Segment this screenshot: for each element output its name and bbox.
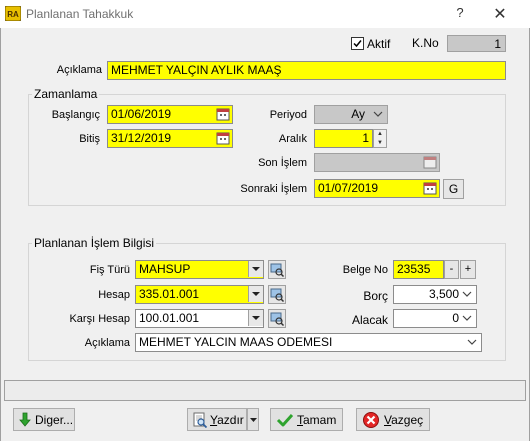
triangle-down-icon [250,418,257,422]
chevron-down-icon [373,111,383,117]
app-logo-icon: RA [5,6,21,21]
calendar-icon[interactable] [215,107,231,121]
kno-field: 1 [447,35,506,52]
periyod-label: Periyod [269,109,307,121]
vazgec-label: Vazgeç [384,413,424,427]
baslangic-label: Başlangıç [51,109,100,121]
karsi-hesap-select[interactable]: 100.01.001 [135,309,264,328]
aktif-checkbox[interactable] [351,37,364,50]
son-islem-label: Son İşlem [258,157,307,169]
islem-aciklama-label: Açıklama [84,337,130,349]
kno-label: K.No [412,36,439,50]
lookup-icon[interactable] [268,260,286,279]
diger-label: Diger... [35,413,74,427]
window-title: Planlanan Tahakkuk [26,7,134,21]
hesap-dropdown-arrow[interactable] [248,286,263,302]
chevron-down-icon[interactable] [462,312,472,324]
aciklama-value: MEHMET YALÇIN AYLIK MAAŞ [111,63,282,77]
calendar-icon[interactable] [422,181,438,195]
aciklama-label: Açıklama [56,64,102,76]
periyod-select[interactable]: Ay [314,105,388,124]
lookup-icon[interactable] [268,285,286,304]
calendar-icon [423,156,437,169]
fis-turu-dropdown-arrow[interactable] [248,261,263,277]
tamam-button[interactable]: Tamam [270,408,343,431]
karsi-hesap-dropdown-arrow[interactable] [248,310,263,326]
belge-no-label: Belge No [342,264,388,276]
cancel-icon [363,412,379,428]
close-button[interactable]: ✕ [488,4,512,24]
alacak-input[interactable]: 0 [393,309,477,328]
islem-title: Planlanan İşlem Bilgisi [32,236,157,250]
belge-no-decrement-button[interactable]: - [444,260,459,279]
sonraki-islem-label: Sonraki İşlem [240,183,307,195]
bitis-label: Bitiş [79,133,100,145]
alacak-label: Alacak [351,313,388,327]
periyod-value: Ay [351,107,365,121]
belge-no-value: 23535 [397,262,431,276]
chevron-down-icon [467,339,477,345]
alacak-value: 0 [452,311,459,325]
diger-button[interactable]: Diger... [13,408,75,431]
vazgec-button[interactable]: Vazgeç [356,408,430,431]
borc-input[interactable]: 3,500 [393,285,477,304]
hesap-label: Hesap [98,289,130,301]
aralik-value: 1 [362,131,369,145]
sonraki-islem-value: 01/07/2019 [318,181,379,195]
chevron-down-icon[interactable] [462,288,472,300]
bitis-value: 31/12/2019 [111,131,172,145]
belge-no-increment-button[interactable]: + [460,260,476,279]
arrow-down-icon [19,412,31,427]
svg-text:RA: RA [7,10,19,19]
aralik-input[interactable]: 1 [314,129,373,148]
yazdir-dropdown-button[interactable] [247,408,259,431]
karsi-hesap-value: 100.01.001 [139,311,200,325]
hesap-select[interactable]: 335.01.001 [135,285,264,304]
aralik-spinner[interactable]: ▲ ▼ [373,129,387,148]
window-border-left [0,28,1,441]
triangle-down-icon [252,267,260,271]
baslangic-date-input[interactable]: 01/06/2019 [107,105,233,124]
help-button[interactable]: ? [448,5,472,23]
sonraki-islem-date-input[interactable]: 01/07/2019 [314,179,440,198]
lookup-icon[interactable] [268,309,286,328]
yazdir-label: Yazdır [210,413,244,427]
yazdir-button[interactable]: Yazdır [187,408,247,431]
aciklama-input[interactable]: MEHMET YALÇIN AYLIK MAAŞ [107,61,506,80]
aktif-label: Aktif [367,37,391,51]
g-button[interactable]: G [443,179,464,199]
aralik-label: Aralık [278,133,307,145]
islem-aciklama-select[interactable]: MEHMET YALCIN MAAS ODEMESI [135,333,482,352]
kno-value: 1 [494,37,501,51]
islem-aciklama-value: MEHMET YALCIN MAAS ODEMESI [139,335,333,349]
status-bar [4,380,526,401]
spin-down-icon[interactable]: ▼ [374,139,386,148]
hesap-value: 335.01.001 [139,287,200,301]
checkmark-icon [276,413,294,427]
tamam-label: Tamam [297,413,337,427]
karsi-hesap-label: Karşı Hesap [69,313,130,325]
print-preview-icon [193,412,208,428]
belge-no-input[interactable]: 23535 [393,260,444,279]
triangle-down-icon [252,292,260,296]
calendar-icon[interactable] [215,131,231,145]
zamanlama-title: Zamanlama [32,87,100,101]
borc-value: 3,500 [428,287,459,301]
fis-turu-select[interactable]: MAHSUP [135,260,264,279]
checkmark-icon [353,40,362,48]
fis-turu-label: Fiş Türü [89,264,130,276]
bitis-date-input[interactable]: 31/12/2019 [107,129,233,148]
son-islem-date-input [314,153,440,172]
baslangic-value: 01/06/2019 [111,107,172,121]
fis-turu-value: MAHSUP [139,262,191,276]
triangle-down-icon [252,316,260,320]
borc-label: Borç [363,289,388,303]
spin-up-icon[interactable]: ▲ [374,130,386,139]
